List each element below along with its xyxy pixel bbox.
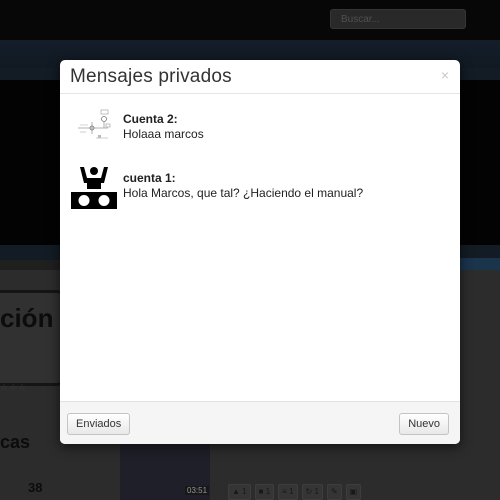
diagram-avatar-icon [70,102,118,150]
private-messages-modal: Mensajes privados × Cuenta 2: Holaaa mar… [60,60,460,444]
modal-header: Mensajes privados × [60,60,460,94]
modal-title: Mensajes privados [70,66,232,87]
message-content: Hola Marcos, que tal? ¿Haciendo el manua… [123,186,364,200]
message-list: Cuenta 2: Holaaa marcos cuenta 1: Hola M… [60,95,460,400]
message-text: Cuenta 2: Holaaa marcos [123,112,204,142]
close-icon[interactable]: × [441,68,449,82]
message-author: Cuenta 2: [123,112,178,126]
modal-footer: Enviados Nuevo [60,401,460,444]
message-author: cuenta 1: [123,171,176,185]
message-content: Holaaa marcos [123,127,204,141]
sent-button[interactable]: Enviados [67,413,131,435]
message-text: cuenta 1: Hola Marcos, que tal? ¿Haciend… [123,171,363,201]
message-item[interactable]: Cuenta 2: Holaaa marcos [60,102,460,162]
dj-avatar-icon [70,161,118,209]
new-message-button[interactable]: Nuevo [399,413,449,435]
message-item[interactable]: cuenta 1: Hola Marcos, que tal? ¿Haciend… [60,161,460,221]
